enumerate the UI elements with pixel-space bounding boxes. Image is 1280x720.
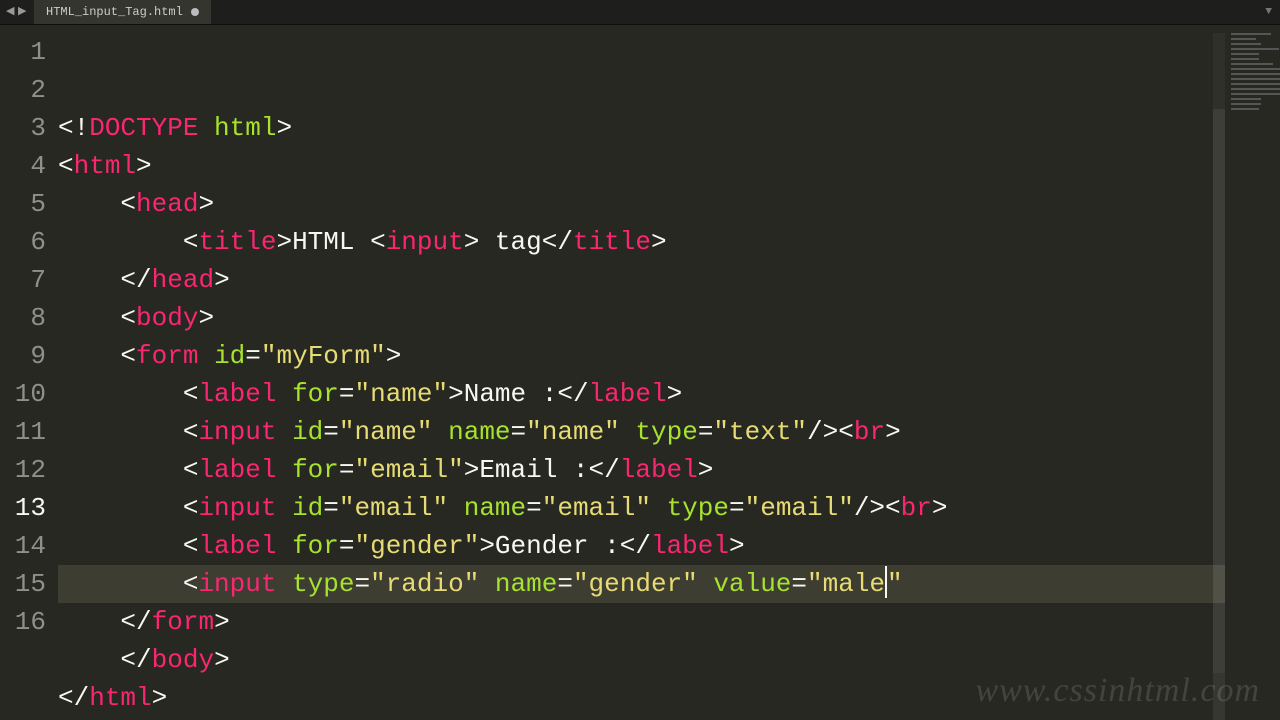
file-tab-label: HTML_input_Tag.html (46, 5, 183, 19)
code-line[interactable]: </form> (58, 603, 1225, 641)
line-number: 14 (0, 527, 46, 565)
minimap-line (1231, 33, 1271, 35)
code-line[interactable]: </body> (58, 641, 1225, 679)
file-tab[interactable]: HTML_input_Tag.html (34, 0, 211, 24)
code-line[interactable]: <html> (58, 147, 1225, 185)
minimap-line (1231, 63, 1273, 65)
line-number: 4 (0, 147, 46, 185)
line-number: 7 (0, 261, 46, 299)
nav-back-icon[interactable]: ◀ (6, 7, 16, 17)
minimap[interactable] (1225, 25, 1280, 720)
tab-overflow-icon[interactable]: ▼ (1257, 0, 1280, 24)
scroll-thumb[interactable] (1213, 109, 1225, 720)
code-line[interactable]: <input id="email" name="email" type="ema… (58, 489, 1225, 527)
title-bar: ◀ ▶ HTML_input_Tag.html ▼ (0, 0, 1280, 25)
line-number: 3 (0, 109, 46, 147)
line-number: 5 (0, 185, 46, 223)
nav-arrows: ◀ ▶ (0, 0, 34, 24)
line-number: 8 (0, 299, 46, 337)
line-number: 12 (0, 451, 46, 489)
line-number: 16 (0, 603, 46, 641)
code-line[interactable]: <form id="myForm"> (58, 337, 1225, 375)
minimap-line (1231, 108, 1259, 110)
vertical-scrollbar[interactable] (1213, 33, 1225, 673)
code-line[interactable]: <label for="gender">Gender :</label> (58, 527, 1225, 565)
minimap-line (1231, 58, 1259, 60)
line-number: 10 (0, 375, 46, 413)
line-number: 1 (0, 33, 46, 71)
line-number: 11 (0, 413, 46, 451)
minimap-line (1231, 48, 1279, 50)
code-line[interactable]: <input type="radio" name="gender" value=… (58, 565, 1225, 603)
line-number: 2 (0, 71, 46, 109)
minimap-line (1231, 38, 1256, 40)
minimap-line (1231, 43, 1261, 45)
line-number-gutter: 12345678910111213141516 (0, 25, 58, 720)
code-line[interactable]: <!DOCTYPE html> (58, 109, 1225, 147)
line-number: 6 (0, 223, 46, 261)
code-line[interactable]: <label for="email">Email :</label> (58, 451, 1225, 489)
code-editor[interactable]: <!DOCTYPE html><html> <head> <title>HTML… (58, 25, 1225, 720)
nav-forward-icon[interactable]: ▶ (18, 7, 28, 17)
code-line[interactable]: </head> (58, 261, 1225, 299)
code-line[interactable]: <head> (58, 185, 1225, 223)
unsaved-indicator-icon (191, 8, 199, 16)
text-cursor (885, 566, 887, 598)
code-line[interactable]: <body> (58, 299, 1225, 337)
code-line[interactable]: <label for="name">Name :</label> (58, 375, 1225, 413)
line-number: 13 (0, 489, 46, 527)
code-line[interactable]: </html> (58, 679, 1225, 717)
minimap-line (1231, 53, 1259, 55)
code-line[interactable]: <title>HTML <input> tag</title> (58, 223, 1225, 261)
code-line[interactable]: <input id="name" name="name" type="text"… (58, 413, 1225, 451)
line-number: 15 (0, 565, 46, 603)
workspace: 12345678910111213141516 <!DOCTYPE html><… (0, 25, 1280, 720)
minimap-line (1231, 68, 1280, 70)
line-number: 9 (0, 337, 46, 375)
